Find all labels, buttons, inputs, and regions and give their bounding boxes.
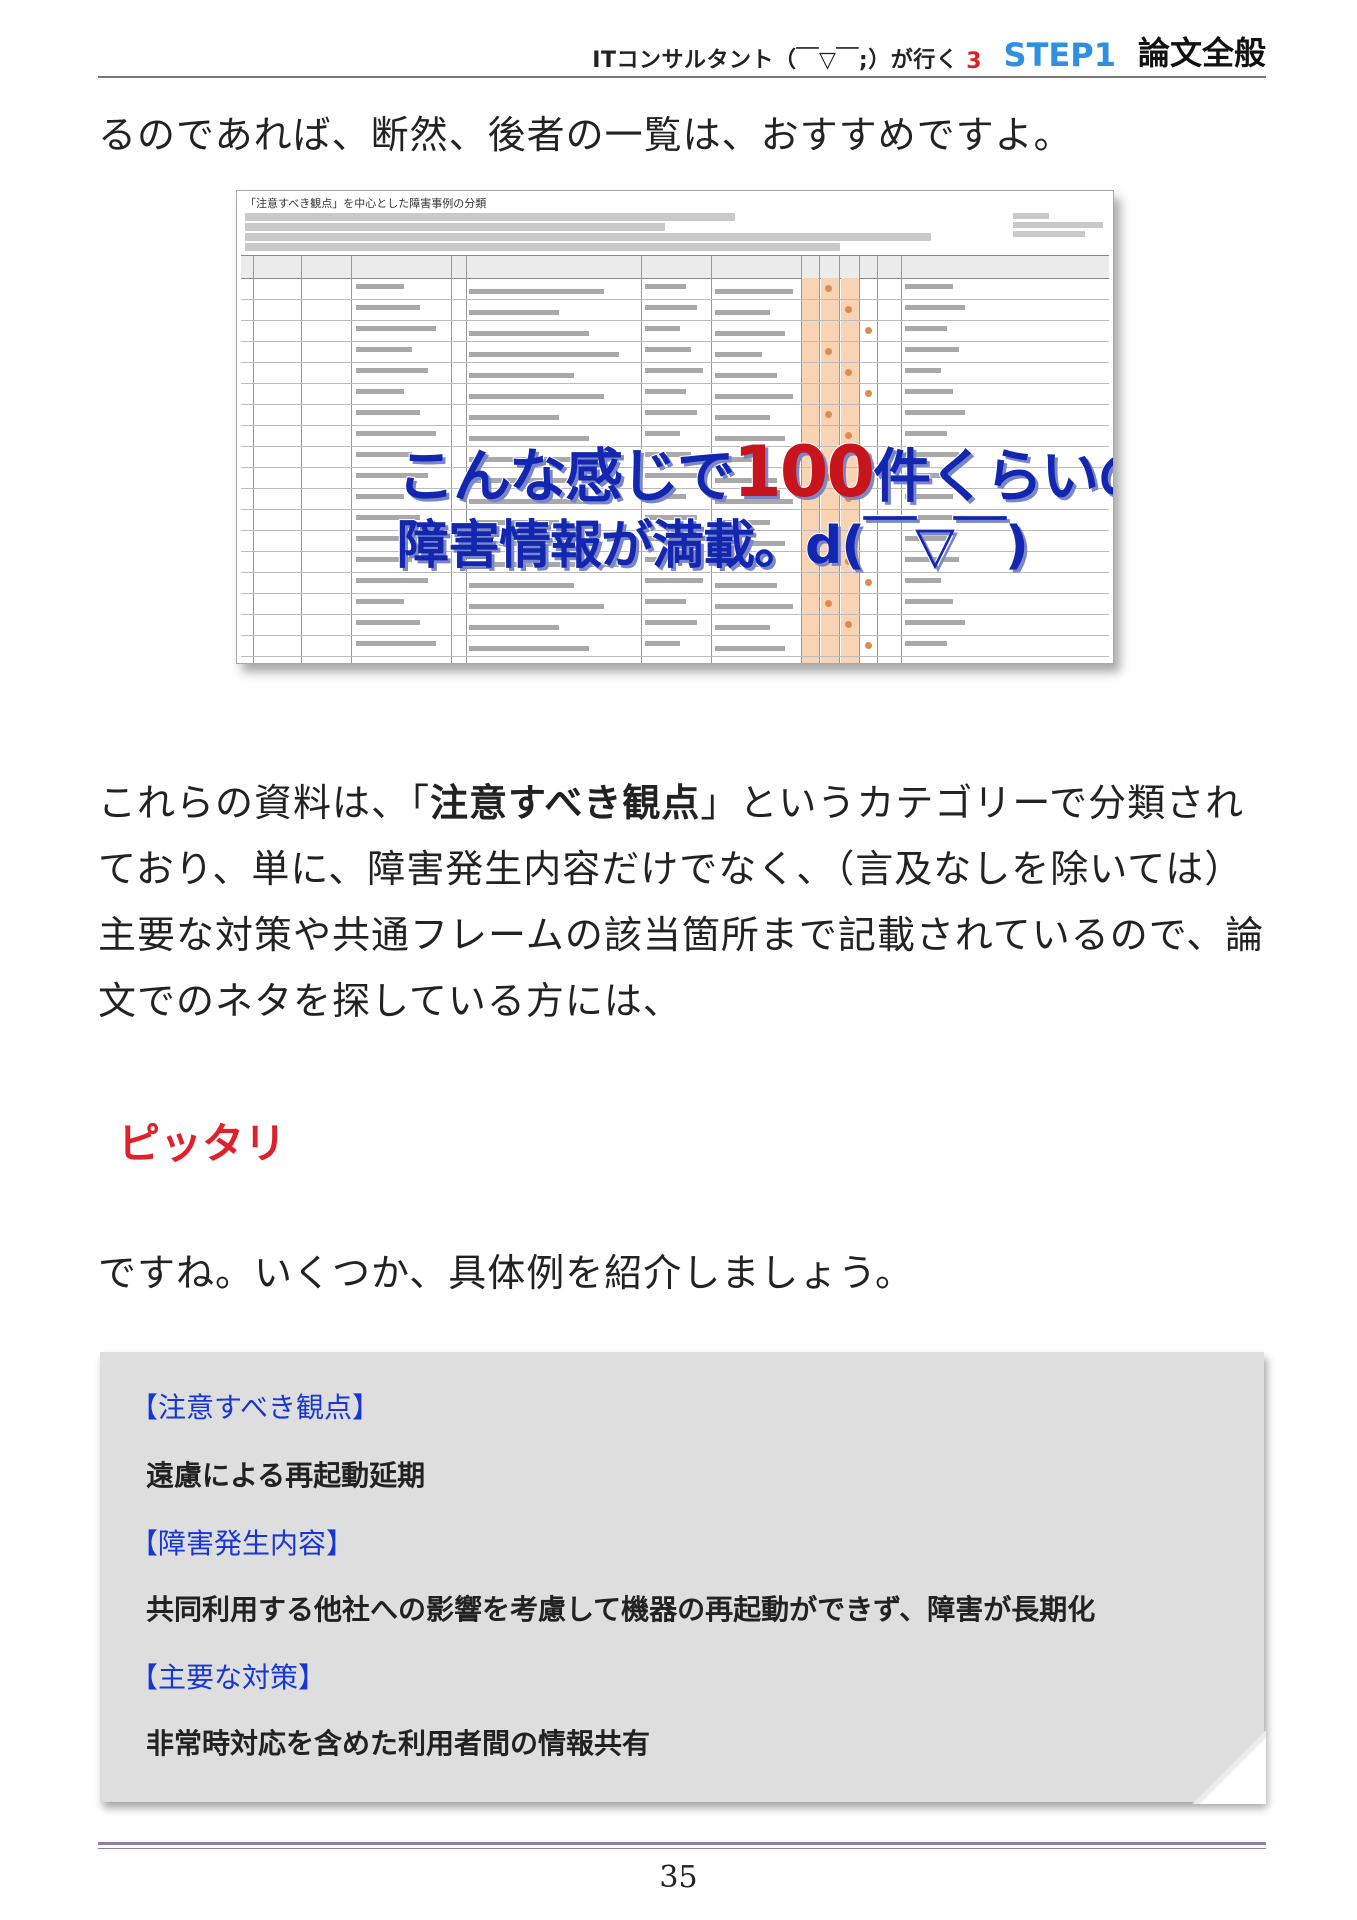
- sheet-row: [241, 299, 1109, 321]
- example-box: 【注意すべき観点】 遠慮による再起動延期 【障害発生内容】 共同利用する他社への…: [100, 1352, 1266, 1804]
- sheet-row: [241, 320, 1109, 342]
- example-value-incident: 共同利用する他社への影響を考慮して機器の再起動ができず、障害が長期化: [146, 1593, 1096, 1626]
- sheet-row: [241, 635, 1109, 657]
- book-title: ITコンサルタント（￣▽￣;）が行く: [592, 48, 959, 73]
- example-label-viewpoint: 【注意すべき観点】: [130, 1391, 381, 1424]
- sheet-row: [241, 383, 1109, 405]
- sheet-row: [241, 614, 1109, 636]
- example-label-countermeasure: 【主要な対策】: [130, 1661, 327, 1694]
- example-value-countermeasure: 非常時対応を含めた利用者間の情報共有: [146, 1727, 651, 1760]
- footer-divider-thin: [98, 1848, 1266, 1849]
- page-header: ITコンサルタント（￣▽￣;）が行く 3 STEP1 論文全般: [98, 30, 1266, 74]
- sheet-row: [241, 341, 1109, 363]
- volume-number: 3: [966, 49, 982, 74]
- figure-overlay-caption-2: 障害情報が満載。d(￣▽￣): [396, 515, 1030, 577]
- header-divider: [98, 76, 1266, 78]
- sheet-row: [241, 278, 1109, 300]
- step-label: STEP1: [1003, 36, 1116, 74]
- sheet-row: [241, 404, 1109, 426]
- body-paragraph-2: これらの資料は、「注意すべき観点」というカテゴリーで分類されており、単に、障害発…: [98, 781, 1265, 1023]
- page-number: 35: [659, 1860, 698, 1895]
- sheet-row: [241, 593, 1109, 615]
- sheet-target-note: [1013, 213, 1103, 240]
- figure-overlay-caption-1: こんな感じで100件くらいの: [396, 430, 1113, 514]
- body-line-closing: ですね。いくつか、具体例を紹介しましょう。: [98, 1251, 914, 1295]
- body-line-1: るのであれば、断然、後者の一覧は、おすすめですよ。: [98, 113, 1073, 157]
- sheet-row: [241, 362, 1109, 384]
- emphasis-word: ピッタリ: [118, 1119, 287, 1168]
- sheet-header-row: [241, 256, 1109, 279]
- spreadsheet-figure: 「注意すべき観点」を中心とした障害事例の分類 こんな感じで100件くらいの 障害…: [236, 190, 1114, 664]
- sheet-title: 「注意すべき観点」を中心とした障害事例の分類: [245, 197, 487, 210]
- example-label-incident: 【障害発生内容】: [130, 1527, 355, 1560]
- chapter-title: 論文全般: [1137, 34, 1266, 72]
- example-value-viewpoint: 遠慮による再起動延期: [146, 1459, 426, 1492]
- footer-divider: [98, 1842, 1266, 1845]
- emphasis-term: 注意すべき観点: [430, 781, 701, 825]
- sheet-notes: [245, 213, 945, 253]
- page-curl-decoration: [1192, 1730, 1266, 1804]
